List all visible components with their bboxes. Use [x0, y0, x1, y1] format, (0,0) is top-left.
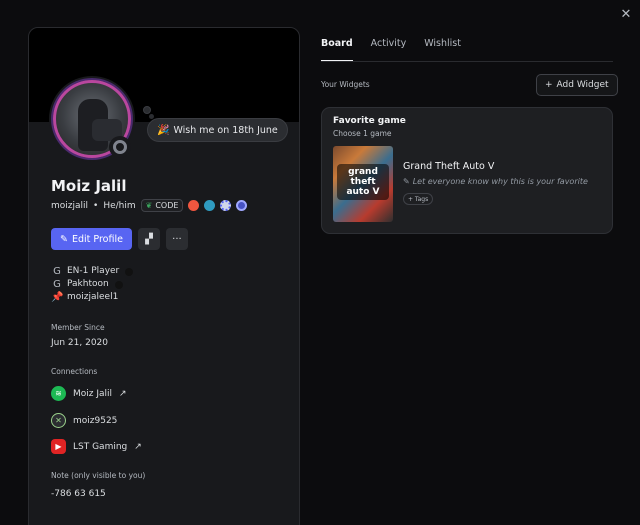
- badge-nitro-icon[interactable]: [236, 200, 248, 211]
- game-cover-image[interactable]: grand theft auto V: [333, 146, 393, 222]
- external-link-icon: ↗: [134, 441, 142, 452]
- pin-icon: 📌: [51, 292, 64, 303]
- member-since-label: Member Since: [51, 323, 105, 332]
- member-since-date: Jun 21, 2020: [51, 338, 109, 348]
- widget-subtitle: Choose 1 game: [333, 129, 392, 138]
- leaf-icon: ❦: [145, 201, 153, 210]
- game-note[interactable]: ✎ Let everyone know why this is your fav…: [403, 177, 588, 186]
- connection-xbox[interactable]: ✕ moiz9525: [51, 413, 117, 428]
- party-popper-icon: 🎉: [157, 124, 170, 136]
- favorite-game-widget[interactable]: Favorite game Choose 1 game grand theft …: [321, 107, 613, 234]
- connections-label: Connections: [51, 367, 98, 376]
- tab-divider: [321, 61, 613, 62]
- more-button[interactable]: ···: [165, 228, 188, 250]
- pencil-icon: ✎: [60, 233, 68, 245]
- badge-gear-icon[interactable]: [220, 200, 232, 211]
- guild-icon: G: [53, 266, 61, 277]
- profile-actions: ✎ Edit Profile ▞ ···: [51, 228, 188, 250]
- more-icon: ···: [172, 233, 182, 245]
- game-cover-logo: grand theft auto V: [337, 164, 389, 200]
- guild-icon: G: [53, 279, 61, 290]
- user-subline: moizjalil • He/him ❦ CODE: [51, 199, 248, 212]
- list-item: G Pakhtoon: [51, 278, 133, 291]
- profile-card: 🎉 Wish me on 18th June Moiz Jalil moizja…: [28, 27, 300, 525]
- connection-youtube[interactable]: ▶ LST Gaming ↗: [51, 439, 142, 454]
- spotify-icon: ≋: [51, 386, 66, 401]
- add-tags-button[interactable]: + Tags: [403, 193, 434, 205]
- youtube-icon: ▶: [51, 439, 66, 454]
- external-link-icon: ↗: [119, 388, 127, 399]
- tab-wishlist[interactable]: Wishlist: [424, 38, 461, 62]
- offline-status-icon: [109, 136, 131, 158]
- xbox-icon: ✕: [51, 413, 66, 428]
- roles-list: G EN-1 Player G Pakhtoon 📌 moizjaleel1: [51, 265, 134, 304]
- game-title: Grand Theft Auto V: [403, 161, 495, 172]
- close-button[interactable]: ✕: [616, 4, 636, 24]
- server-icon: ▞: [145, 233, 153, 245]
- display-name: Moiz Jalil: [51, 177, 127, 195]
- server-profile-button[interactable]: ▞: [137, 228, 160, 250]
- note-label: Note (only visible to you): [51, 471, 146, 480]
- custom-status-bubble[interactable]: 🎉 Wish me on 18th June: [147, 118, 288, 142]
- list-item: 📌 moizjaleel1: [51, 292, 119, 303]
- note-text[interactable]: -786 63 615: [51, 489, 106, 499]
- custom-status-text: Wish me on 18th June: [173, 124, 278, 136]
- plus-icon: +: [545, 80, 553, 90]
- add-widget-button[interactable]: + Add Widget: [536, 74, 618, 96]
- tab-board[interactable]: Board: [321, 38, 353, 62]
- your-widgets-label: Your Widgets: [321, 80, 370, 89]
- username: moizjalil: [51, 200, 89, 211]
- connection-spotify[interactable]: ≋ Moiz Jalil ↗: [51, 386, 127, 401]
- list-item: G EN-1 Player: [51, 265, 134, 278]
- tab-activity[interactable]: Activity: [371, 38, 407, 62]
- widget-title: Favorite game: [333, 116, 406, 126]
- close-icon: ✕: [620, 6, 632, 22]
- pencil-icon: ✎: [403, 177, 410, 186]
- pronouns: He/him: [103, 200, 136, 211]
- profile-tabs: Board Activity Wishlist: [321, 38, 461, 62]
- badge-heart-icon[interactable]: [188, 200, 200, 211]
- badge-hash-icon[interactable]: [204, 200, 216, 211]
- server-tag[interactable]: ❦ CODE: [140, 199, 184, 212]
- edit-profile-button[interactable]: ✎ Edit Profile: [51, 228, 132, 250]
